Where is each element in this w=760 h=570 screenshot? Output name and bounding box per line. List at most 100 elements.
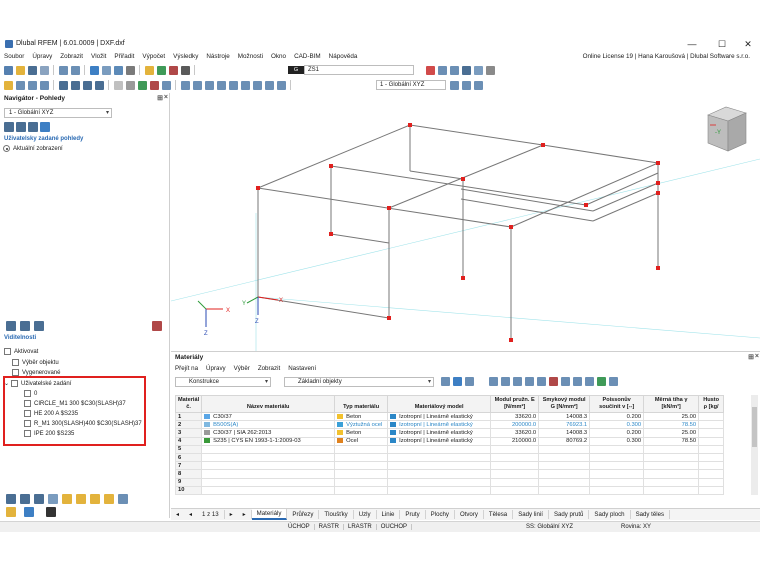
data-tab-icon[interactable] <box>6 507 16 517</box>
radio-selected[interactable] <box>3 145 10 152</box>
nav-bottom-icon-3[interactable] <box>34 494 44 504</box>
col-name[interactable]: Název materiálu <box>201 395 336 413</box>
poisson[interactable]: 0.300 <box>589 436 645 446</box>
pin-icon[interactable]: ⊞ <box>157 94 163 102</box>
table-row[interactable]: 6 <box>174 452 725 463</box>
view-select[interactable]: 1 - Globální XYZ ▾ <box>4 108 112 118</box>
tab-sections[interactable]: Průřezy <box>287 510 320 519</box>
node[interactable] <box>461 177 465 181</box>
node[interactable] <box>656 181 660 185</box>
col-type[interactable]: Typ materiálu <box>334 395 389 413</box>
view-icon-3[interactable] <box>28 122 38 132</box>
table-delete-icon[interactable] <box>549 377 558 386</box>
table-row[interactable]: 3 C30/37 | SIA 262:2013 Beton Izotropní … <box>174 428 725 438</box>
menu-item-vysledky[interactable]: Výsledky <box>169 52 202 63</box>
material-name-cell[interactable]: S235 | CYS EN 1993-1-1:2009-03 <box>201 436 336 446</box>
table-row[interactable]: 9 <box>174 477 725 487</box>
col-gamma[interactable]: Měrná tíha γ [kN/m³] <box>643 395 700 413</box>
calculate-icon[interactable] <box>89 65 99 75</box>
polyline-tool-icon[interactable] <box>204 80 214 90</box>
modulus-g[interactable]: 76923.1 <box>538 420 591 430</box>
section-icon[interactable] <box>180 65 190 75</box>
activate-item[interactable]: Aktivovat <box>4 348 38 355</box>
material-type-cell[interactable]: Ocel <box>334 436 389 446</box>
status-grid[interactable]: RASTR <box>315 524 345 530</box>
objects-filter[interactable]: Základní objekty ▾ <box>284 377 434 387</box>
menu-item-okno[interactable]: Okno <box>267 52 290 63</box>
nav-bottom-icon-4[interactable] <box>48 494 58 504</box>
undo-icon[interactable] <box>58 65 68 75</box>
table-settings-icon[interactable] <box>609 377 618 386</box>
table-up-icon[interactable] <box>573 377 582 386</box>
table-row[interactable]: 2 B500S(A) Výztužná ocel Izotropní | Lin… <box>174 420 725 430</box>
col-model[interactable]: Materiálový model <box>387 395 492 413</box>
model-icon[interactable] <box>144 65 154 75</box>
video-icon-3[interactable] <box>34 321 44 331</box>
axis-icon[interactable] <box>450 80 459 90</box>
3d-viewport[interactable]: X Y Z X Z -Y <box>170 93 760 351</box>
check-icon[interactable] <box>156 65 166 75</box>
nav-bottom-icon-8[interactable] <box>104 494 114 504</box>
node[interactable] <box>329 164 333 168</box>
camera-icon[interactable] <box>46 507 56 517</box>
nav-bottom-icon-9[interactable] <box>118 494 128 504</box>
tab-nodes[interactable]: Uzly <box>354 510 377 519</box>
modulus-g[interactable]: 80769.2 <box>538 436 591 446</box>
close-button[interactable]: ✕ <box>742 38 754 50</box>
table-import-icon[interactable] <box>513 377 522 386</box>
select-object-item[interactable]: Výběr objektu <box>12 359 59 366</box>
unit-weight[interactable]: 25.00 <box>643 411 700 422</box>
play-icon[interactable] <box>450 65 459 75</box>
table-row[interactable]: 5 <box>174 444 725 454</box>
table-row[interactable]: 8 <box>174 469 725 479</box>
pin-icon[interactable]: ⊞ <box>748 353 754 361</box>
menu-item-soubor[interactable]: Soubor <box>0 52 28 63</box>
menu-settings[interactable]: Nastavení <box>288 365 316 372</box>
current-view-option[interactable]: Aktuální zobrazení <box>3 145 63 152</box>
col-rho[interactable]: Husto ρ [kg/ <box>698 395 725 413</box>
filter-icon[interactable] <box>39 80 49 90</box>
move-tool-icon[interactable] <box>240 80 250 90</box>
table-paste-icon[interactable] <box>537 377 546 386</box>
node[interactable] <box>408 123 412 127</box>
tools-icon[interactable] <box>125 65 135 75</box>
load-case-select[interactable]: ZS1 <box>304 65 414 75</box>
tab-solids[interactable]: Tělesa <box>484 510 514 519</box>
material-model-cell[interactable]: Izotropní | Lineárně elastický <box>387 411 492 422</box>
table-filter-icon[interactable] <box>464 377 474 386</box>
menu-item-moznosti[interactable]: Možnosti <box>234 52 267 63</box>
menu-item-nastroje[interactable]: Nástroje <box>202 52 233 63</box>
table-nav-icon[interactable] <box>440 377 450 386</box>
table-row[interactable]: 1 C30/37 Beton Izotropní | Lineárně elas… <box>174 411 725 422</box>
results-icon[interactable] <box>101 65 111 75</box>
tab-lines[interactable]: Linie <box>377 510 401 519</box>
circle-tool-icon[interactable] <box>228 80 238 90</box>
redo-icon[interactable] <box>70 65 80 75</box>
node[interactable] <box>509 338 513 342</box>
density[interactable] <box>698 428 725 438</box>
delete-icon[interactable] <box>426 65 435 75</box>
view-cube[interactable]: -Y <box>698 103 748 155</box>
table-down-icon[interactable] <box>585 377 594 386</box>
node[interactable] <box>656 266 660 270</box>
view-icon-1[interactable] <box>4 122 14 132</box>
snap-icon[interactable] <box>15 80 25 90</box>
node[interactable] <box>387 316 391 320</box>
modulus-e[interactable]: 200000.0 <box>490 420 540 430</box>
table-copy-icon[interactable] <box>525 377 534 386</box>
node[interactable] <box>541 143 545 147</box>
tab-member-sets[interactable]: Sady prutů <box>549 510 590 519</box>
view-x-icon[interactable] <box>70 80 80 90</box>
coordinate-system-select[interactable]: 1 - Globální XYZ <box>376 80 446 90</box>
rect-tool-icon[interactable] <box>216 80 226 90</box>
table-insert-icon[interactable] <box>561 377 570 386</box>
table-sort-icon[interactable] <box>489 377 498 386</box>
menu-item-upravy[interactable]: Úpravy <box>28 52 56 63</box>
density[interactable] <box>698 436 725 446</box>
structure-filter[interactable]: Konstrukce ▾ <box>175 377 271 387</box>
line-tool-icon[interactable] <box>180 80 190 90</box>
table-icon[interactable] <box>113 65 123 75</box>
menu-goto[interactable]: Přejít na <box>175 365 198 372</box>
poisson[interactable]: 0.200 <box>589 428 645 438</box>
dimension-icon[interactable] <box>474 80 483 90</box>
